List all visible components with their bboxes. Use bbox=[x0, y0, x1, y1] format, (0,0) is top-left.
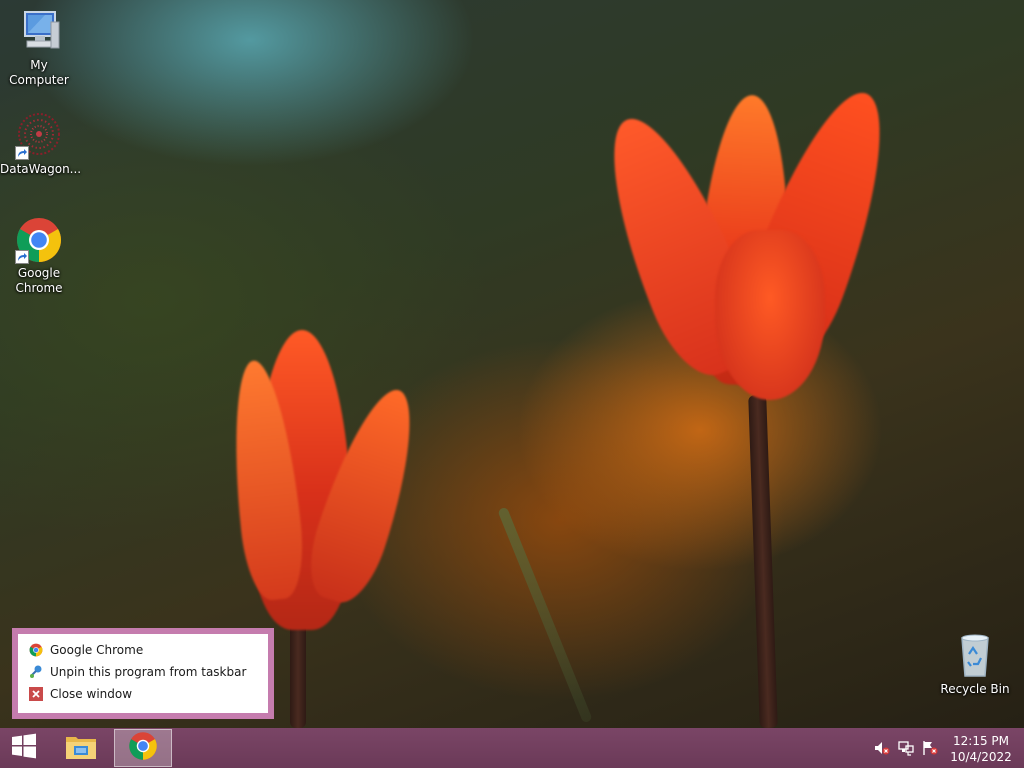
jumplist-item-unpin[interactable]: Unpin this program from taskbar bbox=[18, 661, 268, 683]
chrome-icon bbox=[15, 216, 63, 264]
desktop-icon-label: DataWagon... bbox=[0, 162, 82, 176]
shortcut-arrow-icon bbox=[15, 250, 29, 264]
desktop-icon-datawagon[interactable]: DataWagon... bbox=[0, 112, 82, 177]
desktop-icon-label: My Computer bbox=[9, 58, 69, 87]
jumplist-item-label: Unpin this program from taskbar bbox=[50, 665, 247, 679]
desktop-icon-recycle-bin[interactable]: Recycle Bin bbox=[936, 632, 1014, 697]
clock-date: 10/4/2022 bbox=[950, 750, 1012, 764]
windows-logo-icon bbox=[11, 733, 37, 763]
desktop-icon-google-chrome[interactable]: Google Chrome bbox=[0, 216, 78, 296]
recycle-bin-icon bbox=[951, 632, 999, 680]
shortcut-arrow-icon bbox=[15, 146, 29, 160]
taskbar-jump-list: Google Chrome Unpin this program from ta… bbox=[12, 628, 274, 719]
jumplist-item-close-window[interactable]: Close window bbox=[18, 683, 268, 705]
taskbar-clock[interactable]: 12:15 PM 10/4/2022 bbox=[948, 733, 1014, 765]
datawagon-icon bbox=[15, 112, 63, 160]
chrome-icon bbox=[128, 731, 158, 765]
computer-icon bbox=[15, 8, 63, 56]
desktop-icon-label: Google Chrome bbox=[15, 266, 63, 295]
action-center-flag-icon[interactable] bbox=[922, 740, 938, 756]
desktop-icon-label: Recycle Bin bbox=[940, 682, 1010, 696]
clock-time: 12:15 PM bbox=[953, 734, 1009, 748]
close-icon bbox=[29, 687, 43, 701]
network-icon[interactable] bbox=[898, 740, 914, 756]
taskbar: 12:15 PM 10/4/2022 bbox=[0, 728, 1024, 768]
jumplist-item-label: Close window bbox=[50, 687, 133, 701]
unpin-icon bbox=[29, 665, 43, 679]
volume-muted-icon[interactable] bbox=[874, 740, 890, 756]
desktop-icon-my-computer[interactable]: My Computer bbox=[0, 8, 78, 88]
jumplist-item-open-chrome[interactable]: Google Chrome bbox=[18, 639, 268, 661]
taskbar-file-explorer[interactable] bbox=[58, 728, 104, 768]
chrome-icon bbox=[29, 643, 43, 657]
file-explorer-icon bbox=[64, 731, 98, 765]
jumplist-item-label: Google Chrome bbox=[50, 643, 144, 657]
desktop: My Computer DataWagon... Google Chrome R… bbox=[0, 0, 1024, 768]
start-button[interactable] bbox=[0, 728, 48, 768]
taskbar-google-chrome[interactable] bbox=[114, 729, 172, 767]
